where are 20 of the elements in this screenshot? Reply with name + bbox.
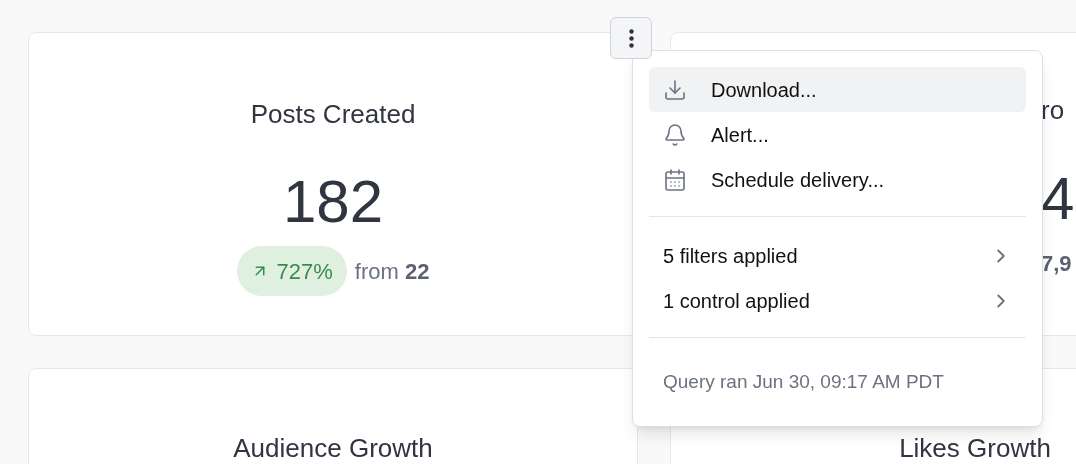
stat-value: 4: [1041, 169, 1076, 229]
menu-item[interactable]: Alert...: [649, 112, 1026, 157]
comparison-text: from 22: [354, 257, 430, 286]
card-title: ro: [1041, 97, 1066, 123]
stat-value: 182: [282, 172, 384, 232]
card-title: Audience Growth: [233, 432, 433, 464]
menu-item[interactable]: Download...: [649, 67, 1026, 112]
card-title: Likes Growth: [899, 432, 1051, 464]
submenu-item[interactable]: 1 control applied: [649, 278, 1026, 323]
menu-item[interactable]: Schedule delivery...: [649, 157, 1026, 202]
change-badge: 727%: [236, 246, 347, 296]
bell-icon: [663, 122, 687, 147]
comparison-value: 7,9: [1041, 250, 1073, 278]
card-title: Posts Created: [250, 98, 416, 131]
more-icon: [628, 28, 634, 48]
calendar-icon: [663, 167, 687, 192]
submenu-item[interactable]: 5 filters applied: [649, 233, 1026, 278]
download-icon: [663, 77, 687, 102]
query-time-text: Query ran Jun 30, 09:17 AM PDT: [662, 370, 945, 394]
more-options-button[interactable]: [610, 17, 652, 59]
